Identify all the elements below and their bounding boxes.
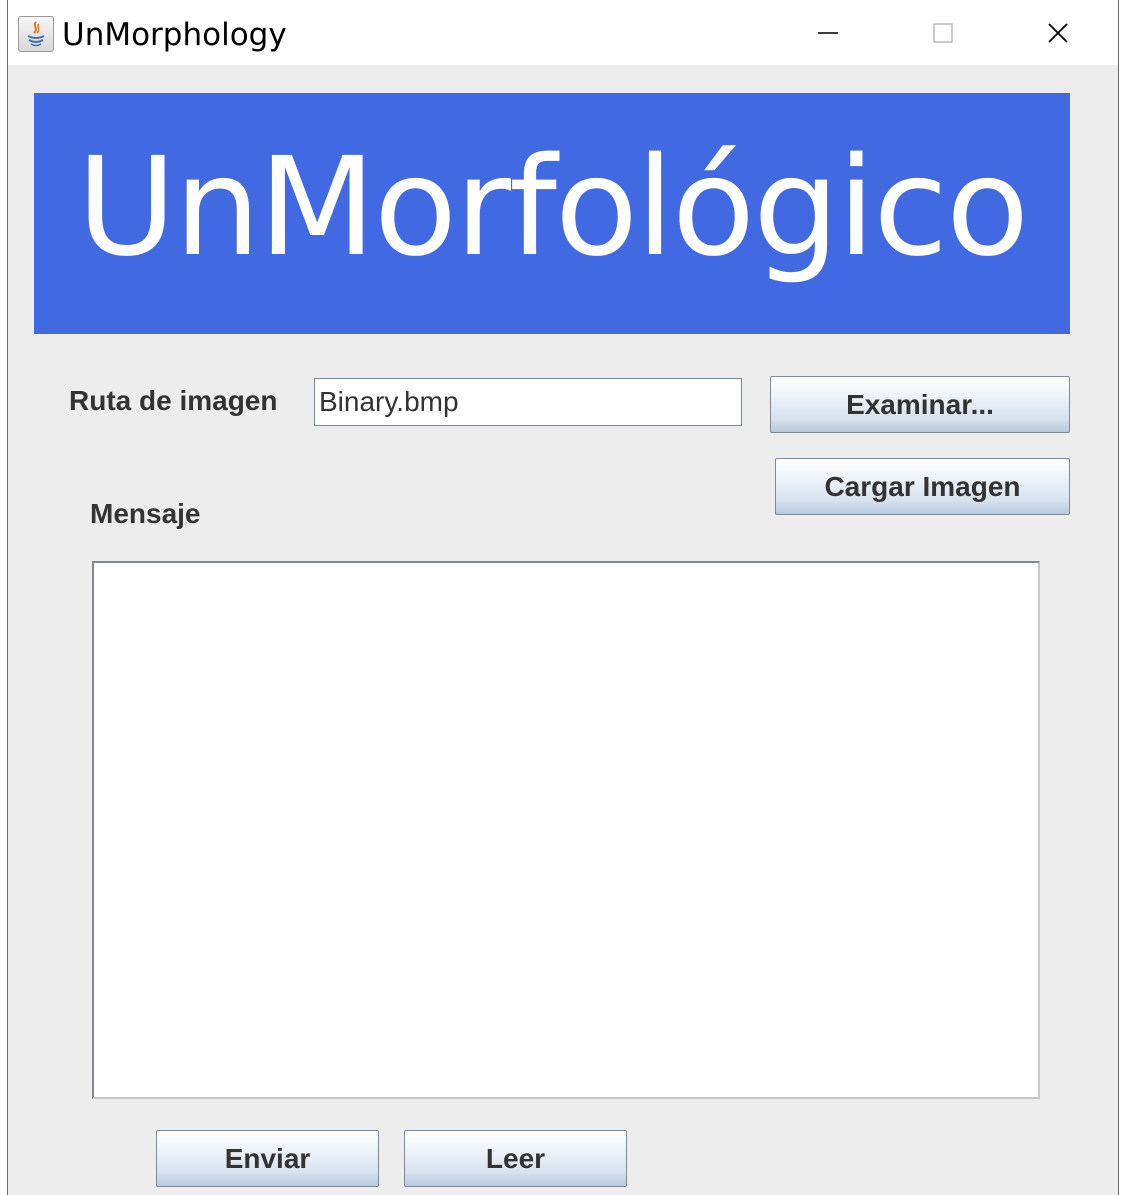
image-path-label: Ruta de imagen — [69, 385, 278, 416]
minimize-button[interactable] — [773, 0, 883, 65]
title-bar: UnMorphology — [8, 0, 1118, 65]
image-path-input[interactable] — [314, 378, 742, 426]
java-icon — [18, 16, 54, 52]
app-window: UnMorphology UnMorfológico Ruta de image… — [7, 0, 1119, 1195]
banner-title: UnMorfológico — [76, 128, 1029, 287]
browse-button[interactable]: Examinar... — [770, 376, 1070, 433]
window-title: UnMorphology — [62, 17, 287, 53]
load-image-button[interactable]: Cargar Imagen — [775, 458, 1070, 515]
read-button[interactable]: Leer — [404, 1130, 627, 1187]
banner-image: UnMorfológico — [34, 93, 1070, 334]
maximize-button[interactable] — [888, 0, 998, 65]
message-textarea[interactable] — [92, 561, 1040, 1099]
close-button[interactable] — [1003, 0, 1113, 65]
close-icon — [1048, 22, 1068, 43]
minimize-icon — [818, 31, 838, 34]
maximize-icon — [933, 22, 953, 43]
send-button[interactable]: Enviar — [156, 1130, 379, 1187]
message-label: Mensaje — [90, 498, 201, 529]
